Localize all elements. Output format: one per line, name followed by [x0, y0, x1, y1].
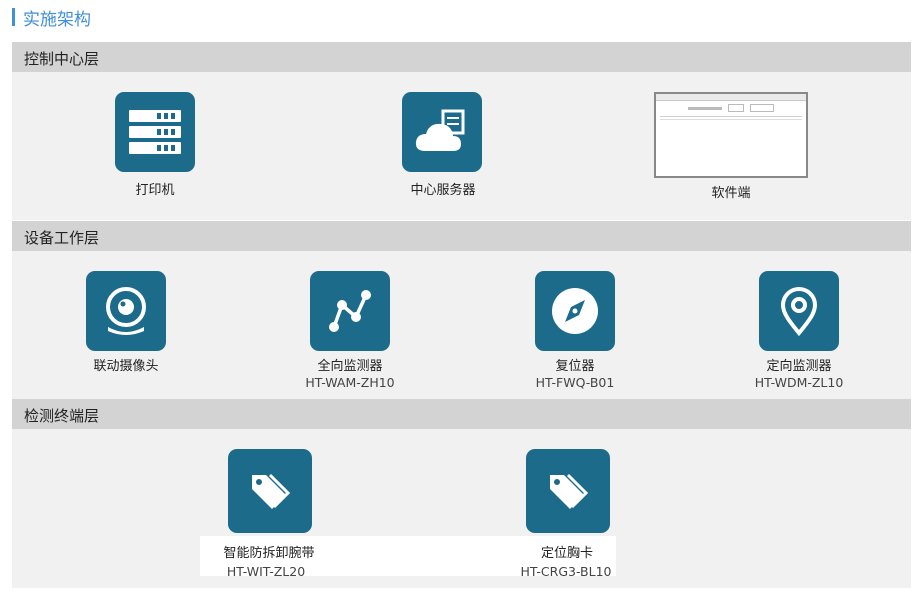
- node-model-directional-monitor: HT-WDM-ZL10: [754, 375, 844, 390]
- node-label-printer: 打印机: [135, 183, 175, 198]
- layer-header-terminal: 检测终端层: [12, 399, 911, 429]
- node-model-omni-monitor: HT-WAM-ZH10: [305, 375, 395, 390]
- layer-label-terminal: 检测终端层: [24, 407, 100, 425]
- node-label-wristband: 智能防拆卸腕带: [223, 546, 315, 561]
- node-label-omni-monitor: 全向监测器: [317, 359, 383, 374]
- compass-icon[interactable]: [535, 271, 615, 351]
- camera-icon[interactable]: [86, 271, 166, 351]
- network-nodes-icon[interactable]: [310, 271, 390, 351]
- software-window-screenshot[interactable]: [654, 92, 808, 178]
- node-label-camera: 联动摄像头: [93, 359, 159, 374]
- page-title-text: 实施架构: [23, 9, 91, 30]
- layer-header-device: 设备工作层: [12, 221, 911, 251]
- layer-label-control: 控制中心层: [24, 50, 100, 68]
- tag-icon[interactable]: [228, 449, 312, 533]
- title-accent-bar: [12, 8, 15, 26]
- node-label-center-server: 中心服务器: [410, 183, 476, 198]
- node-label-directional-monitor: 定向监测器: [766, 359, 832, 374]
- server-rack-icon[interactable]: [115, 92, 195, 172]
- page-title: 实施架构: [12, 6, 91, 30]
- tag-icon[interactable]: [526, 449, 610, 533]
- node-model-wristband: HT-WIT-ZL20: [226, 564, 306, 579]
- node-label-resetter: 复位器: [555, 359, 595, 374]
- node-label-badge: 定位胸卡: [540, 546, 594, 561]
- layer-header-control: 控制中心层: [12, 42, 911, 72]
- node-model-resetter: HT-FWQ-B01: [535, 375, 615, 390]
- node-model-badge: HT-CRG3-BL10: [520, 564, 612, 579]
- layer-label-device: 设备工作层: [24, 229, 100, 247]
- location-pin-icon[interactable]: [759, 271, 839, 351]
- node-label-software: 软件端: [711, 186, 751, 201]
- cloud-server-icon[interactable]: [402, 92, 482, 172]
